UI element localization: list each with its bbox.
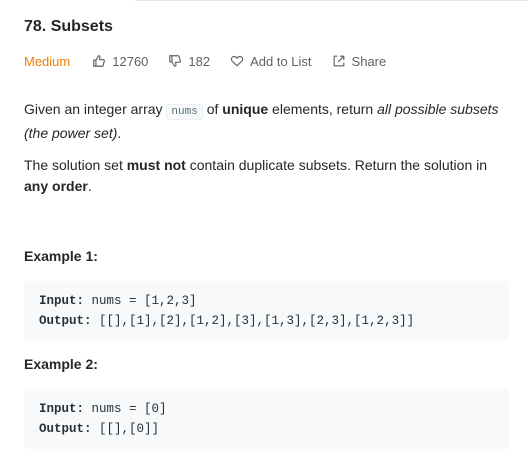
example-2-title: Example 2: (24, 356, 98, 372)
add-to-list-label: Add to List (250, 53, 312, 69)
example-2-input-line: Input: nums = [0] (39, 399, 494, 419)
dislike-button[interactable]: 182 (168, 54, 210, 69)
example-1-code-block: Input: nums = [1,2,3] Output: [[],[1],[2… (24, 281, 509, 341)
desc-text: contain duplicate subsets. Return the so… (185, 157, 488, 173)
desc-bold-unique: unique (222, 101, 269, 117)
top-divider (135, 0, 528, 1)
example-2-code-block: Input: nums = [0] Output: [[],[0]] (24, 389, 509, 449)
difficulty-badge: Medium (24, 53, 71, 69)
example-1-input-line: Input: nums = [1,2,3] (39, 291, 494, 311)
desc-text: . (117, 125, 122, 141)
output-value: [[],[1],[2],[1,2],[3],[1,3],[2,3],[1,2,3… (91, 314, 415, 328)
desc-text: Given an integer array (24, 101, 167, 117)
desc-text: The solution set (24, 157, 127, 173)
output-label: Output: (39, 314, 92, 328)
dislike-count: 182 (188, 53, 211, 69)
inline-code-nums: nums (166, 104, 203, 120)
output-value: [[],[0]] (91, 422, 160, 436)
description-paragraph-1: Given an integer array nums of unique el… (24, 99, 514, 144)
thumbs-down-icon (169, 55, 182, 67)
input-label: Input: (39, 402, 85, 416)
like-button[interactable]: 12760 (92, 54, 148, 69)
problem-meta-bar: Medium 12760 182 Add to List Share (24, 52, 406, 70)
input-value: nums = [0] (84, 402, 167, 416)
share-button[interactable]: Share (332, 53, 387, 69)
desc-text: . (87, 178, 92, 194)
input-value: nums = [1,2,3] (84, 294, 197, 308)
heart-icon (230, 55, 244, 67)
thumbs-up-icon (93, 55, 106, 67)
problem-title: 78. Subsets (24, 18, 113, 35)
share-icon (333, 55, 344, 67)
like-count: 12760 (112, 53, 149, 69)
description-paragraph-2: The solution set must not contain duplic… (24, 155, 514, 197)
desc-bold-any-order: any order (24, 178, 88, 194)
add-to-list-button[interactable]: Add to List (230, 53, 312, 69)
input-label: Input: (39, 294, 85, 308)
desc-bold-must-not: must not (126, 157, 186, 173)
output-label: Output: (39, 422, 92, 436)
example-1-title: Example 1: (24, 248, 98, 264)
desc-text: elements, return (268, 101, 378, 117)
share-label: Share (351, 53, 387, 69)
desc-text: of (202, 101, 223, 117)
example-2-output-line: Output: [[],[0]] (39, 419, 494, 439)
example-1-output-line: Output: [[],[1],[2],[1,2],[3],[1,3],[2,3… (39, 311, 494, 331)
